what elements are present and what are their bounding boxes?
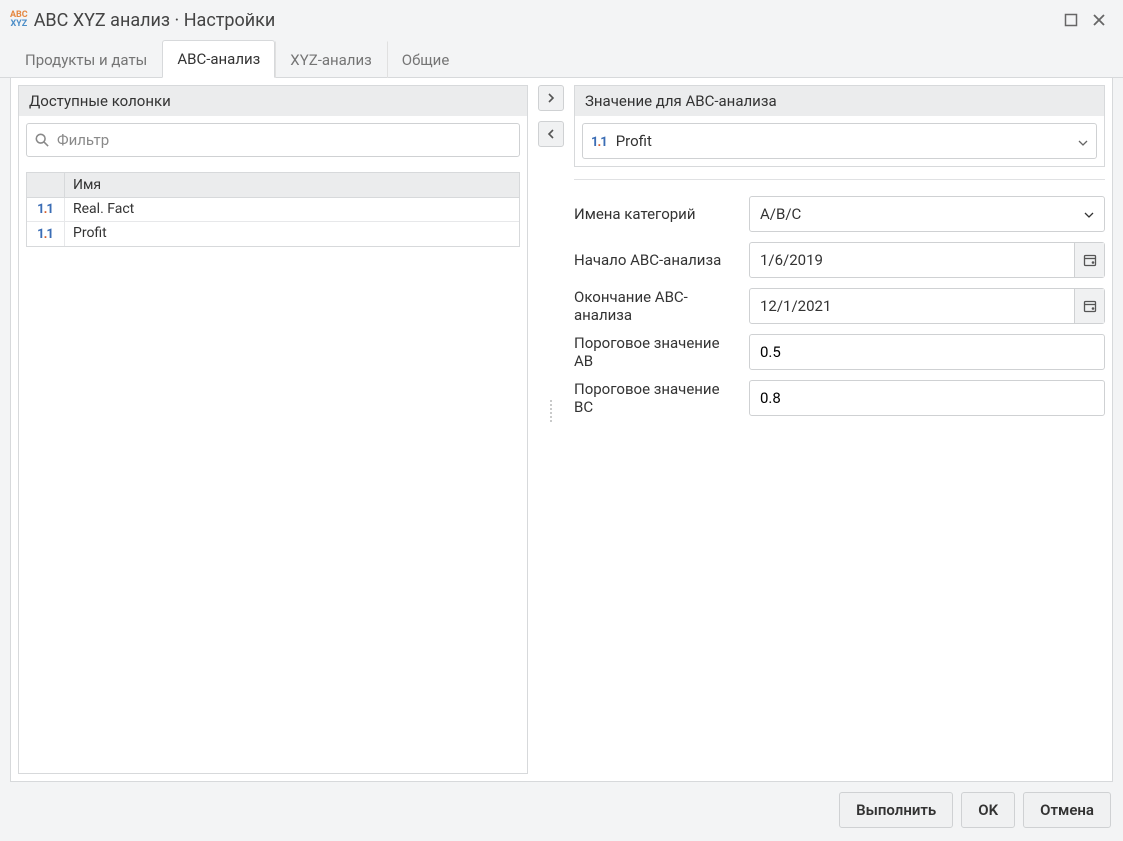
threshold-bc-label: Пороговое значение BC — [574, 380, 739, 416]
columns-table-header: Имя — [27, 173, 519, 198]
calendar-icon — [1083, 253, 1097, 267]
window-title: ABC XYZ анализ · Настройки — [34, 10, 276, 31]
tabs: Продукты и даты ABC-анализ XYZ-анализ Об… — [0, 40, 1123, 78]
tab-products-dates[interactable]: Продукты и даты — [10, 41, 162, 78]
cancel-button[interactable]: Отмена — [1023, 792, 1111, 828]
abc-value-text: Profit — [616, 132, 1078, 150]
end-date-value: 12/1/2021 — [750, 297, 1074, 315]
move-right-button[interactable] — [538, 85, 564, 111]
divider — [574, 179, 1105, 180]
chevron-down-icon — [1078, 132, 1088, 150]
numeric-icon: 1.1 — [27, 222, 65, 246]
column-name: Profit — [65, 222, 519, 246]
start-date-label: Начало ABC-анализа — [574, 251, 739, 269]
abc-settings-panel: Значение для ABC-анализа 1.1 Profit Имен… — [574, 85, 1105, 774]
ok-button[interactable]: OK — [961, 792, 1015, 828]
available-columns-header: Доступные колонки — [19, 86, 527, 116]
threshold-bc-input[interactable] — [749, 380, 1105, 416]
titlebar: ABC XYZ ABC XYZ анализ · Настройки — [0, 0, 1123, 40]
tab-abc-analysis[interactable]: ABC-анализ — [162, 40, 275, 78]
end-date-label: Окончание ABC-анализа — [574, 288, 739, 324]
categories-select[interactable]: A/B/C — [749, 196, 1105, 232]
tab-general[interactable]: Общие — [387, 41, 465, 78]
filter-box[interactable] — [26, 123, 520, 157]
transfer-buttons — [535, 85, 567, 774]
start-date-value: 1/6/2019 — [750, 251, 1074, 269]
threshold-ab-label: Пороговое значение AB — [574, 334, 739, 370]
app-logo: ABC XYZ — [10, 11, 28, 29]
threshold-ab-input[interactable] — [749, 334, 1105, 370]
numeric-icon: 1.1 — [27, 198, 65, 221]
available-columns-panel: Доступные колонки Имя 1.1 Real. Fact 1.1 — [18, 85, 528, 774]
tab-xyz-analysis[interactable]: XYZ-анализ — [275, 41, 386, 78]
maximize-icon — [1064, 13, 1078, 27]
start-date-input[interactable]: 1/6/2019 — [749, 242, 1105, 278]
close-icon — [1092, 13, 1106, 27]
numeric-icon: 1.1 — [591, 132, 608, 150]
end-date-picker-button[interactable] — [1074, 289, 1104, 323]
categories-value: A/B/C — [760, 205, 1084, 223]
categories-label: Имена категорий — [574, 205, 739, 223]
abc-value-dropdown[interactable]: 1.1 Profit — [582, 123, 1097, 159]
filter-input[interactable] — [57, 131, 511, 149]
splitter-handle[interactable] — [550, 400, 552, 422]
run-button[interactable]: Выполнить — [839, 792, 953, 828]
column-name: Real. Fact — [65, 198, 519, 221]
end-date-input[interactable]: 12/1/2021 — [749, 288, 1105, 324]
move-left-button[interactable] — [538, 121, 564, 147]
table-row[interactable]: 1.1 Real. Fact — [27, 198, 519, 222]
content: Доступные колонки Имя 1.1 Real. Fact 1.1 — [10, 78, 1113, 782]
abc-value-section: Значение для ABC-анализа 1.1 Profit — [574, 85, 1105, 167]
chevron-right-icon — [547, 93, 555, 103]
close-button[interactable] — [1085, 6, 1113, 34]
dialog-footer: Выполнить OK Отмена — [0, 782, 1123, 828]
maximize-button[interactable] — [1057, 6, 1085, 34]
abc-value-header: Значение для ABC-анализа — [575, 86, 1104, 116]
chevron-down-icon — [1084, 206, 1094, 222]
search-icon — [35, 133, 49, 147]
table-row[interactable]: 1.1 Profit — [27, 222, 519, 246]
columns-table: Имя 1.1 Real. Fact 1.1 Profit — [26, 172, 520, 247]
column-name-header: Имя — [65, 173, 519, 197]
start-date-picker-button[interactable] — [1074, 243, 1104, 277]
calendar-icon — [1083, 299, 1097, 313]
chevron-left-icon — [547, 129, 555, 139]
